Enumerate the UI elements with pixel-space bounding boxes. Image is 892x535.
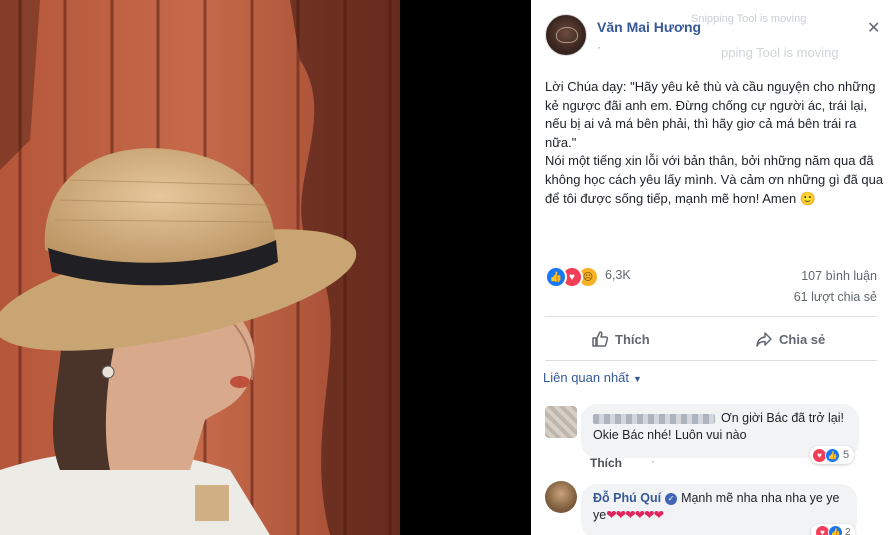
post-body-paragraph-2: Nói một tiếng xin lỗi với bản thân, bởi … bbox=[545, 153, 884, 206]
comment-reaction-count: 5 bbox=[843, 449, 850, 461]
like-icon: 👍 bbox=[545, 266, 567, 288]
heart-emoji: ❤❤❤❤❤❤ bbox=[606, 508, 664, 522]
author-avatar[interactable] bbox=[545, 14, 587, 56]
shares-count[interactable]: 61 lượt chia sẻ bbox=[794, 290, 877, 304]
divider bbox=[545, 360, 877, 361]
comment-text-line-1: Ơn giời Bác đã trở lại! bbox=[721, 411, 844, 425]
comment-meta-dot: · bbox=[651, 454, 655, 468]
post-photo[interactable] bbox=[0, 0, 400, 535]
comment-reactions[interactable]: ♥ 👍 2 bbox=[811, 524, 855, 535]
comment-reactions[interactable]: ♥ 👍 5 bbox=[810, 446, 855, 464]
post-meta: · bbox=[597, 40, 601, 54]
like-button[interactable]: Thích bbox=[591, 322, 650, 356]
share-button-label: Chia sẻ bbox=[779, 331, 826, 347]
comment-like-link[interactable]: Thích bbox=[590, 456, 622, 470]
caret-down-icon: ▼ bbox=[633, 373, 642, 384]
comment-sort-label: Liên quan nhất bbox=[543, 370, 630, 385]
comment-reaction-count: 2 bbox=[845, 526, 851, 535]
comment-text-line-2: Okie Bác nhé! Luôn vui nào bbox=[593, 428, 747, 442]
verified-badge-icon: ✓ bbox=[665, 492, 678, 505]
divider bbox=[545, 316, 877, 317]
author-name[interactable]: Văn Mai Hương bbox=[597, 19, 701, 35]
commenter-name[interactable]: Đỗ Phú Quí bbox=[593, 491, 661, 505]
share-button[interactable]: Chia sẻ bbox=[755, 322, 825, 356]
post-panel: Snipping Tool is moving pping Tool is mo… bbox=[531, 0, 892, 535]
photo-image bbox=[0, 0, 400, 535]
post-header: Văn Mai Hương · ✕ bbox=[545, 14, 885, 58]
share-icon bbox=[756, 332, 772, 347]
commenter-name-blurred[interactable] bbox=[593, 413, 715, 424]
like-button-label: Thích bbox=[615, 331, 650, 347]
like-icon: 👍 bbox=[828, 524, 843, 535]
reaction-count[interactable]: 6,3K bbox=[605, 268, 631, 282]
thumbs-up-icon bbox=[592, 331, 609, 347]
like-icon: 👍 bbox=[825, 447, 840, 463]
commenter-avatar[interactable] bbox=[545, 406, 577, 438]
post-body: Lời Chúa dạy: "Hãy yêu kẻ thù và cầu ngu… bbox=[545, 78, 885, 208]
commenter-avatar[interactable] bbox=[545, 481, 577, 513]
post-stats: 👍 ♥ ☹ 6,3K 107 bình luận 61 lượt chia sẻ bbox=[545, 262, 877, 310]
post-body-paragraph-1: Lời Chúa dạy: "Hãy yêu kẻ thù và cầu ngu… bbox=[545, 79, 876, 150]
comment-sort-dropdown[interactable]: Liên quan nhất ▼ bbox=[543, 370, 642, 385]
comments-count[interactable]: 107 bình luận bbox=[801, 269, 877, 283]
close-icon[interactable]: ✕ bbox=[867, 18, 880, 38]
